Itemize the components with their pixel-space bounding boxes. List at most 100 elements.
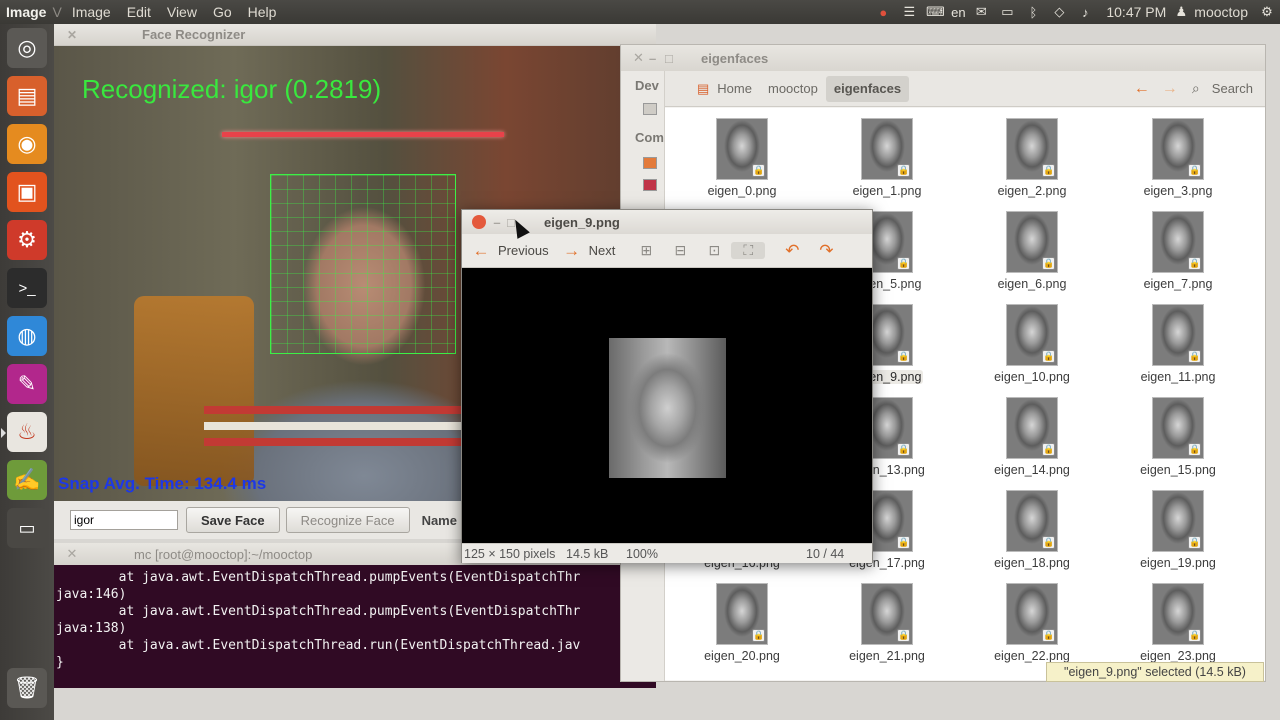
dash-home-icon[interactable]: ◎: [7, 28, 47, 68]
drive-icon[interactable]: [643, 103, 657, 115]
best-fit-icon[interactable]: ⛶: [731, 242, 766, 259]
menu-image[interactable]: Image: [64, 4, 119, 20]
keyboard-layout[interactable]: en: [948, 5, 968, 20]
screen-recorder-icon[interactable]: ✎: [7, 364, 47, 404]
file-item[interactable]: 🔒 eigen_7.png: [1113, 211, 1243, 291]
next-arrow-icon[interactable]: →: [555, 241, 589, 261]
workspace-switcher-icon[interactable]: ▭: [7, 508, 47, 548]
mail-icon[interactable]: ✉: [968, 4, 994, 20]
file-item[interactable]: 🔒 eigen_10.png: [967, 304, 1097, 384]
zoom-in-icon[interactable]: ⊞: [629, 242, 663, 259]
user-icon: ♟: [1175, 4, 1188, 19]
close-icon[interactable]: ✕: [64, 28, 80, 42]
menu-edit[interactable]: Edit: [119, 4, 159, 20]
terminal-line: java:146): [56, 587, 127, 602]
rotate-left-icon[interactable]: ↶: [775, 241, 809, 261]
lock-icon: 🔒: [897, 257, 910, 270]
app-subtitle: V: [52, 4, 62, 20]
clock[interactable]: 10:47 PM: [1098, 4, 1174, 20]
terminal-line: }: [56, 655, 64, 670]
file-item[interactable]: 🔒 eigen_23.png: [1113, 583, 1243, 663]
bluetooth-icon[interactable]: ᛒ: [1020, 5, 1046, 20]
close-icon[interactable]: [472, 215, 486, 229]
file-item[interactable]: 🔒 eigen_21.png: [822, 583, 952, 663]
forward-arrow-icon[interactable]: →: [1156, 80, 1184, 98]
folder-icon[interactable]: [643, 157, 657, 169]
file-item[interactable]: 🔒 eigen_14.png: [967, 397, 1097, 477]
menu-help[interactable]: Help: [240, 4, 285, 20]
face-window-titlebar[interactable]: ✕ Face Recognizer: [54, 24, 656, 46]
breadcrumb-home[interactable]: Home: [709, 76, 760, 102]
file-item[interactable]: 🔒 eigen_1.png: [822, 118, 952, 198]
file-thumbnail: 🔒: [716, 118, 768, 180]
name-input[interactable]: [70, 510, 178, 530]
close-icon[interactable]: ✕: [633, 50, 649, 66]
previous-arrow-icon[interactable]: ←: [464, 241, 498, 261]
lock-icon: 🔒: [1042, 536, 1055, 549]
file-thumbnail: 🔒: [1006, 118, 1058, 180]
file-item[interactable]: 🔒 eigen_20.png: [677, 583, 807, 663]
file-item[interactable]: 🔒 eigen_22.png: [967, 583, 1097, 663]
user-name[interactable]: mooctop: [1188, 4, 1254, 20]
image-canvas[interactable]: [462, 268, 872, 542]
lock-icon: 🔒: [1188, 350, 1201, 363]
maximize-icon[interactable]: □: [665, 51, 681, 66]
close-icon[interactable]: ✕: [64, 546, 80, 562]
breadcrumb-eigenfaces[interactable]: eigenfaces: [825, 75, 910, 102]
terminal-line: at java.awt.EventDispatchThread.pumpEven…: [56, 604, 581, 619]
files-icon[interactable]: ▤: [7, 76, 47, 116]
menu-go[interactable]: Go: [205, 4, 240, 20]
rotate-right-icon[interactable]: ↷: [809, 241, 843, 261]
menu-list-icon[interactable]: ☰: [896, 4, 922, 20]
java-icon[interactable]: ♨: [1, 412, 47, 452]
file-item[interactable]: 🔒 eigen_6.png: [967, 211, 1097, 291]
breadcrumb-mooctop[interactable]: mooctop: [760, 76, 826, 102]
minimize-icon[interactable]: –: [490, 215, 504, 230]
search-button[interactable]: Search: [1208, 81, 1265, 96]
software-center-icon[interactable]: ▣: [7, 172, 47, 212]
file-thumbnail: 🔒: [1006, 583, 1058, 645]
system-settings-icon[interactable]: ⚙: [7, 220, 47, 260]
record-indicator-icon[interactable]: ●: [870, 5, 896, 20]
terminal-line: at java.awt.EventDispatchThread.run(Even…: [56, 638, 581, 653]
chrome-icon[interactable]: ◍: [7, 316, 47, 356]
lock-icon: 🔒: [897, 350, 910, 363]
lock-icon: 🔒: [1042, 257, 1055, 270]
zoom-out-icon[interactable]: ⊟: [663, 242, 697, 259]
wifi-icon[interactable]: ◇: [1046, 4, 1072, 20]
session-gear-icon[interactable]: ⚙: [1254, 4, 1280, 20]
search-icon[interactable]: ⌕: [1184, 80, 1208, 97]
volume-icon[interactable]: ♪: [1072, 5, 1098, 20]
battery-icon[interactable]: ▭: [994, 4, 1020, 20]
keyboard-icon[interactable]: ⌨: [922, 4, 948, 20]
file-item[interactable]: 🔒 eigen_11.png: [1113, 304, 1243, 384]
back-arrow-icon[interactable]: ←: [1128, 80, 1156, 98]
file-name: eigen_22.png: [994, 649, 1070, 663]
drive-icon[interactable]: [643, 179, 657, 191]
next-button[interactable]: Next: [589, 243, 616, 258]
text-editor-icon[interactable]: ✍: [7, 460, 47, 500]
menu-view[interactable]: View: [159, 4, 205, 20]
file-item[interactable]: 🔒 eigen_15.png: [1113, 397, 1243, 477]
trash-icon[interactable]: 🗑: [7, 668, 47, 708]
file-item[interactable]: 🔒 eigen_0.png: [677, 118, 807, 198]
firefox-icon[interactable]: ◉: [7, 124, 47, 164]
terminal-icon[interactable]: >_: [7, 268, 47, 308]
lock-icon: 🔒: [897, 443, 910, 456]
file-item[interactable]: 🔒 eigen_2.png: [967, 118, 1097, 198]
save-face-button[interactable]: Save Face: [186, 507, 280, 533]
file-name: eigen_0.png: [707, 184, 777, 198]
image-file-size: 14.5 kB: [566, 546, 609, 561]
file-item[interactable]: 🔒 eigen_18.png: [967, 490, 1097, 570]
file-item[interactable]: 🔒 eigen_19.png: [1113, 490, 1243, 570]
minimize-icon[interactable]: –: [649, 51, 665, 66]
file-manager-titlebar[interactable]: ✕ – □ eigenfaces: [621, 45, 1265, 71]
normal-size-icon[interactable]: ⊡: [697, 242, 731, 259]
lock-icon: 🔒: [752, 164, 765, 177]
recognize-face-button[interactable]: Recognize Face: [285, 507, 410, 533]
lock-icon: 🔒: [752, 629, 765, 642]
file-item[interactable]: 🔒 eigen_3.png: [1113, 118, 1243, 198]
previous-button[interactable]: Previous: [498, 243, 549, 258]
sidebar-label-devices: Dev: [635, 78, 659, 93]
terminal-output[interactable]: at java.awt.EventDispatchThread.pumpEven…: [54, 565, 656, 671]
